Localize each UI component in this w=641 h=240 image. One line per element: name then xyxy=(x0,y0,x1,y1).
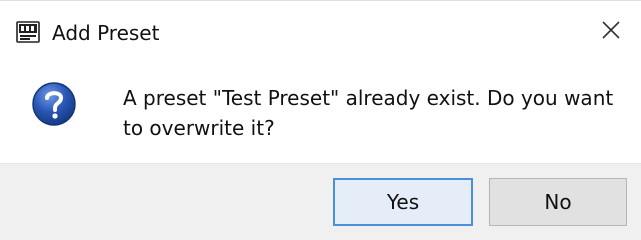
question-icon xyxy=(31,81,77,127)
dialog-title: Add Preset xyxy=(52,21,160,45)
close-icon xyxy=(601,20,621,44)
dialog-message: A preset "Test Preset" already exist. Do… xyxy=(123,86,614,140)
app-icon xyxy=(16,21,40,43)
close-button[interactable] xyxy=(581,1,641,63)
dialog-content: A preset "Test Preset" already exist. Do… xyxy=(0,63,641,163)
yes-button[interactable]: Yes xyxy=(333,178,473,226)
button-bar: Yes No xyxy=(0,163,641,240)
add-preset-dialog: Add Preset A preset "Test Preset" alread… xyxy=(0,0,641,240)
title-bar: Add Preset xyxy=(0,1,641,63)
no-button[interactable]: No xyxy=(489,178,627,226)
